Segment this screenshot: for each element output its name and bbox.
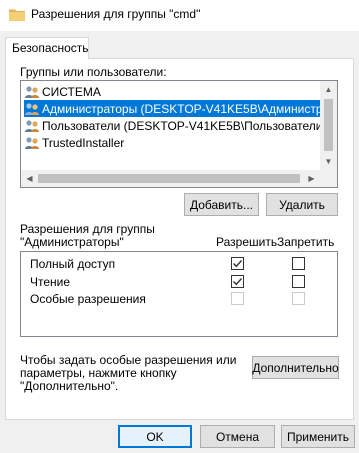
advanced-button[interactable]: Дополнительно [252, 356, 339, 379]
groups-label: Группы или пользователи: [20, 65, 167, 79]
scroll-left-icon[interactable]: ◀ [21, 170, 38, 187]
list-item-trustedinstaller[interactable]: TrustedInstaller [24, 134, 324, 151]
remove-button[interactable]: Удалить [266, 193, 338, 216]
horizontal-scrollbar[interactable]: ◀ ▶ [21, 170, 337, 187]
ok-button[interactable]: OK [118, 425, 192, 448]
allow-header: Разрешить [216, 235, 278, 249]
checkmark-icon [233, 260, 243, 268]
advanced-hint-line3: "Дополнительно". [20, 379, 119, 393]
list-item-label: Администраторы (DESKTOP-V41KE5B\Админист… [42, 101, 338, 116]
folder-icon [9, 8, 25, 21]
permission-name: Особые разрешения [30, 292, 146, 306]
special-allow-checkbox [231, 292, 244, 305]
advanced-hint-line1: Чтобы задать особые разрешения или [20, 353, 237, 367]
user-group-icon [25, 136, 39, 149]
deny-header: Запретить [277, 235, 335, 249]
read-allow-checkbox[interactable] [231, 275, 244, 288]
scroll-right-icon[interactable]: ▶ [303, 170, 320, 187]
scroll-up-icon[interactable]: ▲ [320, 81, 337, 98]
list-item-label: Пользователи (DESKTOP-V41KE5B\Пользовате… [42, 118, 327, 133]
user-group-icon [25, 119, 39, 132]
title-bar[interactable]: Разрешения для группы "cmd" [0, 0, 359, 31]
list-item-administrators[interactable]: Администраторы (DESKTOP-V41KE5B\Админист… [24, 100, 337, 117]
advanced-hint-line2: параметры, нажмите кнопку [20, 366, 177, 380]
permission-name: Чтение [30, 275, 71, 289]
vertical-scroll-thumb[interactable] [324, 99, 333, 151]
tab-security[interactable]: Безопасность [5, 37, 89, 59]
list-item-system[interactable]: СИСТЕМА [24, 83, 324, 100]
list-item-users[interactable]: Пользователи (DESKTOP-V41KE5B\Пользовате… [24, 117, 327, 134]
read-deny-checkbox[interactable] [292, 275, 305, 288]
permission-name: Полный доступ [30, 257, 116, 271]
permissions-label-line1: Разрешения для группы [20, 222, 155, 236]
scroll-down-icon[interactable]: ▼ [320, 153, 337, 170]
window-title: Разрешения для группы "cmd" [31, 7, 201, 21]
permissions-label-line2: "Администраторы" [20, 235, 124, 249]
horizontal-scroll-thumb[interactable] [38, 174, 300, 183]
apply-button[interactable]: Применить [281, 425, 355, 448]
add-button[interactable]: Добавить... [184, 193, 259, 216]
tab-security-label: Безопасность [12, 41, 89, 55]
list-item-label: СИСТЕМА [42, 84, 101, 99]
vertical-scrollbar[interactable]: ▲ ▼ [320, 81, 337, 170]
user-group-icon [25, 85, 39, 98]
user-group-icon [25, 102, 39, 115]
cancel-button[interactable]: Отмена [200, 425, 275, 448]
users-listbox[interactable]: СИСТЕМА Администраторы (DESKTOP-V41KE5B\… [20, 80, 338, 188]
checkmark-icon [233, 278, 243, 286]
full-access-allow-checkbox[interactable] [231, 257, 244, 270]
full-access-deny-checkbox[interactable] [292, 257, 305, 270]
scrollbar-corner [320, 170, 337, 187]
list-item-label: TrustedInstaller [42, 135, 125, 150]
permissions-list: Полный доступ Чтение Особые разрешения [20, 251, 338, 337]
special-deny-checkbox [292, 292, 305, 305]
